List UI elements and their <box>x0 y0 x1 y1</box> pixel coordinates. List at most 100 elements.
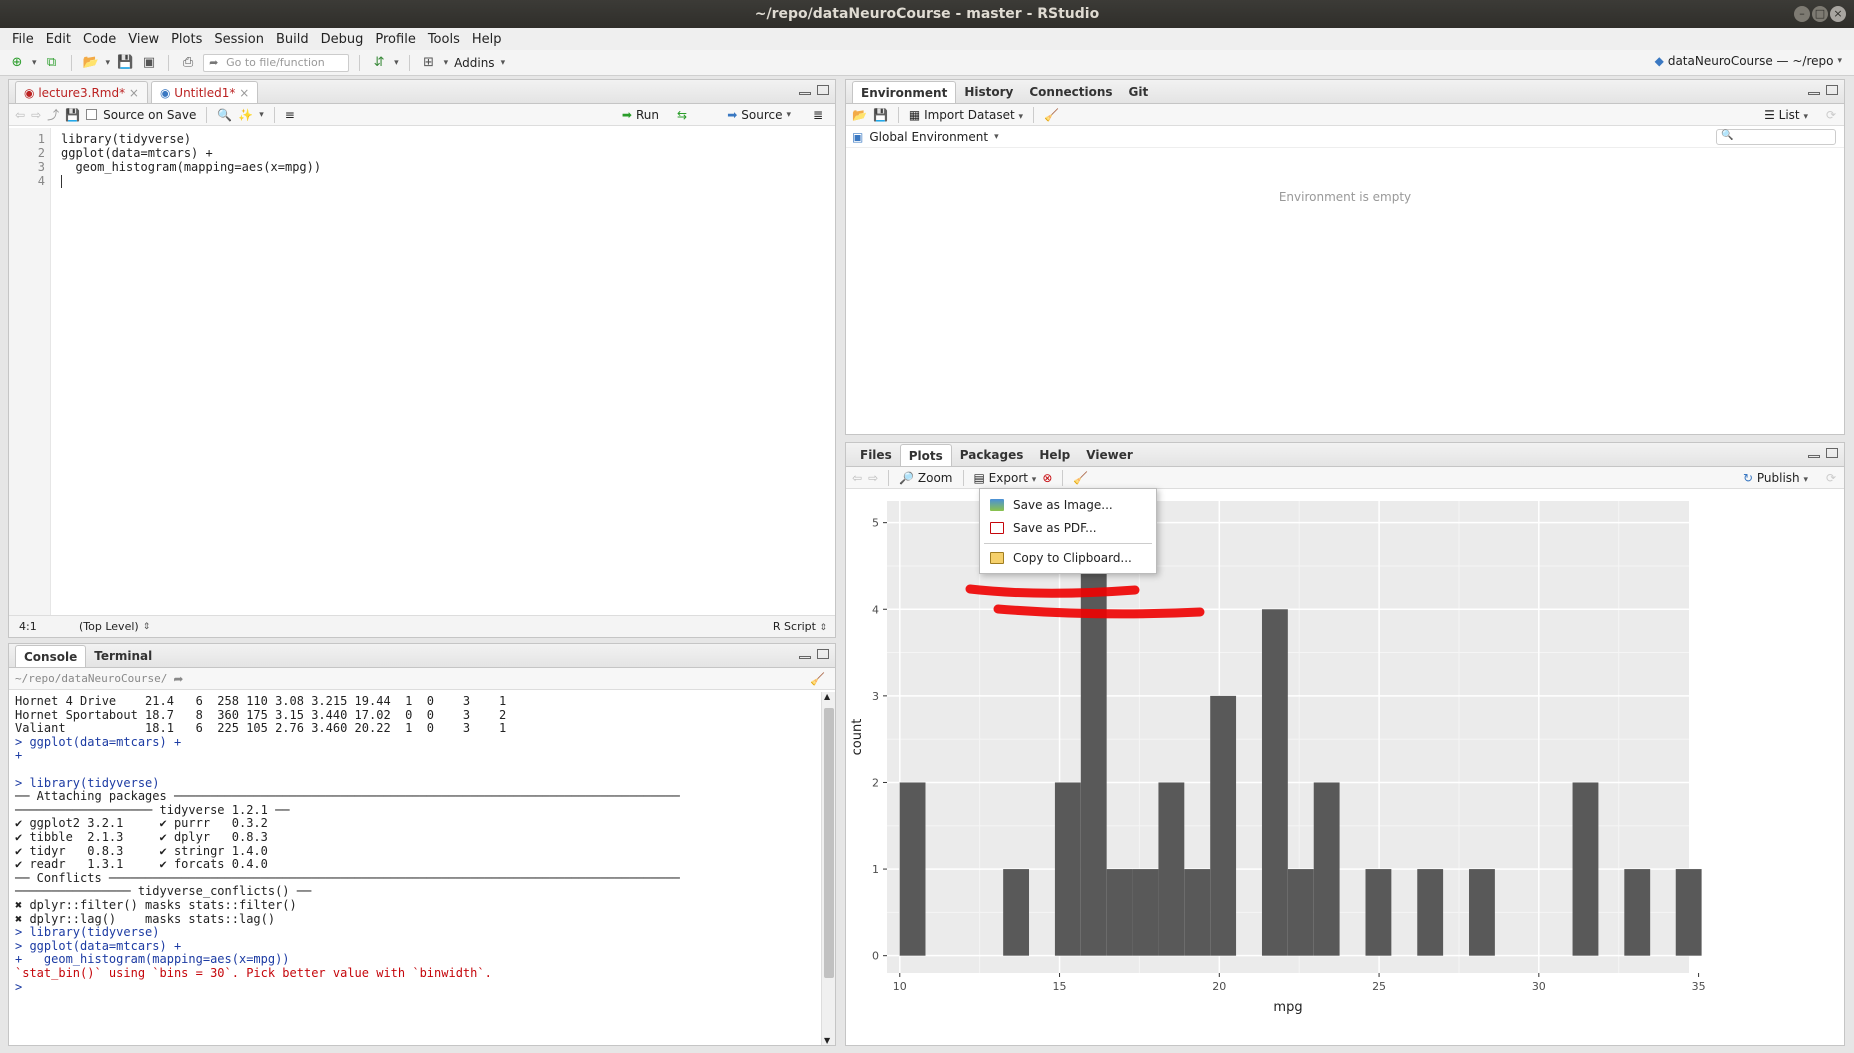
tab-packages[interactable]: Packages <box>952 444 1032 466</box>
maximize-window-icon[interactable]: □ <box>1812 6 1828 22</box>
next-plot-icon[interactable]: ⇨ <box>868 471 878 485</box>
code-line[interactable]: 3 geom_histogram(mapping=aes(x=mpg)) <box>9 160 835 174</box>
previous-plot-icon[interactable]: ⇦ <box>852 471 862 485</box>
scroll-up-icon[interactable]: ▲ <box>824 692 830 701</box>
tab-connections[interactable]: Connections <box>1021 81 1120 103</box>
tab-terminal[interactable]: Terminal <box>86 645 160 667</box>
document-outline-icon[interactable]: ≡ <box>285 108 295 122</box>
menu-session[interactable]: Session <box>214 32 264 47</box>
menu-debug[interactable]: Debug <box>321 32 364 47</box>
save-icon[interactable]: 💾 <box>116 54 134 72</box>
menu-code[interactable]: Code <box>83 32 116 47</box>
save-as-image-item[interactable]: Save as Image... <box>980 494 1156 516</box>
code-line[interactable]: 4 <box>9 174 835 188</box>
environment-tab-bar: Environment History Connections Git <box>846 80 1844 104</box>
menu-help[interactable]: Help <box>472 32 502 47</box>
menu-view[interactable]: View <box>128 32 159 47</box>
back-icon[interactable]: ⇦ <box>15 108 25 122</box>
minimize-window-icon[interactable]: – <box>1794 6 1810 22</box>
console-output[interactable]: Hornet 4 Drive 21.4 6 258 110 3.08 3.215… <box>9 692 821 1045</box>
find-icon[interactable]: 🔍 <box>217 108 232 122</box>
code-tools-icon[interactable]: ✨ <box>238 108 253 122</box>
menu-edit[interactable]: Edit <box>46 32 71 47</box>
console-line: > ggplot(data=mtcars) + <box>15 734 182 749</box>
minimize-plots-icon[interactable] <box>1808 455 1820 458</box>
editor-tab-1[interactable]: ◉ Untitled1* × <box>150 81 259 103</box>
zoom-button[interactable]: 🔎 Zoom <box>899 471 952 485</box>
tab-viewer[interactable]: Viewer <box>1078 444 1140 466</box>
go-to-dir-icon[interactable]: ➦ <box>173 672 183 686</box>
import-dataset-button[interactable]: ▦ Import Dataset ▾ <box>909 108 1023 122</box>
tab-help[interactable]: Help <box>1031 444 1078 466</box>
save-all-icon[interactable]: ▣ <box>140 54 158 72</box>
run-button[interactable]: ➡ Run <box>622 108 659 122</box>
refresh-plot-icon[interactable]: ⟳ <box>1826 471 1836 485</box>
addins-menu[interactable]: Addins <box>454 56 494 70</box>
code-editor[interactable]: 1 library(tidyverse) 2 ggplot(data=mtcars) … <box>9 128 835 615</box>
save-file-icon[interactable]: 💾 <box>65 108 80 122</box>
load-workspace-icon[interactable]: 📂 <box>852 108 867 122</box>
copy-to-clipboard-item[interactable]: Copy to Clipboard... <box>980 547 1156 569</box>
close-window-icon[interactable]: × <box>1830 6 1846 22</box>
close-tab-icon[interactable]: × <box>239 86 249 100</box>
show-in-window-icon[interactable]: ⤴ <box>47 106 59 123</box>
tab-files[interactable]: Files <box>852 444 900 466</box>
pane-layout-icon[interactable]: ⊞ <box>420 54 438 72</box>
maximize-env-icon[interactable] <box>1826 85 1838 95</box>
save-workspace-icon[interactable]: 💾 <box>873 108 888 122</box>
code-line[interactable]: 2 ggplot(data=mtcars) + <box>9 146 835 160</box>
window-title-bar: ~/repo/dataNeuroCourse - master - RStudi… <box>0 0 1854 28</box>
rerun-icon[interactable]: ⇆ <box>677 108 687 122</box>
save-as-pdf-item[interactable]: Save as PDF... <box>980 517 1156 539</box>
maximize-plots-icon[interactable] <box>1826 448 1838 458</box>
console-scroll-thumb[interactable] <box>824 708 834 978</box>
clear-console-icon[interactable]: 🧹 <box>810 672 825 686</box>
menu-plots[interactable]: Plots <box>171 32 202 47</box>
tab-console[interactable]: Console <box>15 645 87 667</box>
close-tab-icon[interactable]: × <box>129 86 139 100</box>
environment-icon: ▣ <box>852 129 864 144</box>
tab-plots[interactable]: Plots <box>899 444 952 466</box>
vcs-icon[interactable]: ⇵ <box>370 54 388 72</box>
editor-options-icon[interactable]: ≣ <box>813 108 823 122</box>
minimize-pane-icon[interactable] <box>799 92 811 95</box>
menu-build[interactable]: Build <box>276 32 309 47</box>
remove-plot-icon[interactable]: ⊗ <box>1042 471 1052 485</box>
console-scrollbar[interactable]: ▲ ▼ <box>821 692 835 1045</box>
editor-tab-label: Untitled1* <box>174 86 236 100</box>
open-file-icon[interactable]: 📂 <box>82 54 100 72</box>
source-on-save-checkbox[interactable] <box>86 109 98 120</box>
menu-file[interactable]: File <box>12 32 34 47</box>
list-icon: ☰ <box>1764 107 1775 122</box>
publish-button[interactable]: ↻ Publish ▾ <box>1743 471 1808 485</box>
editor-tab-0[interactable]: ◉ lecture3.Rmd* × <box>15 81 148 103</box>
histogram-bar <box>1675 869 1702 956</box>
tab-git[interactable]: Git <box>1121 81 1157 103</box>
environment-search-input[interactable]: 🔍 <box>1716 128 1836 145</box>
maximize-pane-icon[interactable] <box>817 85 829 95</box>
global-environment-selector[interactable]: Global Environment <box>869 130 988 144</box>
menu-profile[interactable]: Profile <box>375 32 415 47</box>
broom-icon[interactable]: 🧹 <box>1044 108 1059 122</box>
source-button[interactable]: ➡ Source ▾ <box>727 108 791 122</box>
scroll-down-icon[interactable]: ▼ <box>824 1036 830 1045</box>
forward-icon[interactable]: ⇨ <box>31 108 41 122</box>
minimize-console-icon[interactable] <box>799 656 811 659</box>
project-menu[interactable]: ◆ dataNeuroCourse — ~/repo ▾ <box>1655 54 1842 68</box>
go-to-file-input[interactable]: ➦ Go to file/function <box>203 53 350 72</box>
list-view-selector[interactable]: ☰ List ▾ <box>1764 108 1808 122</box>
code-line[interactable]: 1 library(tidyverse) <box>9 132 835 146</box>
new-file-icon[interactable]: ⊕ <box>8 54 26 72</box>
tab-history[interactable]: History <box>956 81 1021 103</box>
scope-selector[interactable]: (Top Level) <box>79 620 139 633</box>
maximize-console-icon[interactable] <box>817 649 829 659</box>
minimize-env-icon[interactable] <box>1808 92 1820 95</box>
tab-environment[interactable]: Environment <box>852 81 957 103</box>
refresh-env-icon[interactable]: ⟳ <box>1826 108 1836 122</box>
file-type-selector[interactable]: R Script ⇕ <box>773 620 827 633</box>
menu-tools[interactable]: Tools <box>428 32 460 47</box>
print-icon[interactable]: ⎙ <box>179 54 197 72</box>
clear-plots-icon[interactable]: 🧹 <box>1073 471 1088 485</box>
new-project-icon[interactable]: ⧉ <box>43 54 61 72</box>
export-button[interactable]: ▤ Export ▾ <box>974 471 1037 485</box>
